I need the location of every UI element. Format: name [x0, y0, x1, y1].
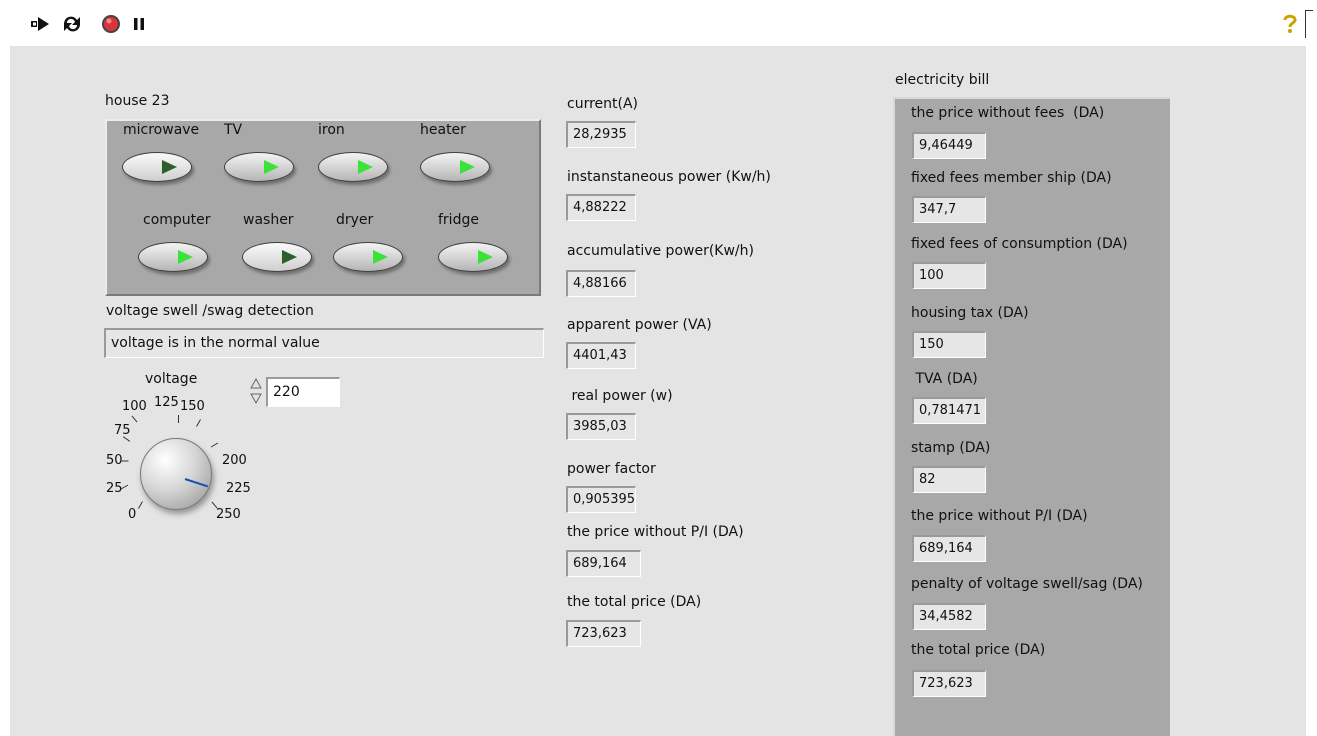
- electricity-bill-title: electricity bill: [895, 72, 990, 88]
- accumulative-power-indicator: 4,88166: [566, 270, 636, 297]
- total-price-indicator: 723,623: [566, 620, 641, 647]
- accumulative-power-label: accumulative power(Kw/h): [567, 243, 754, 259]
- knob-needle: [184, 478, 209, 488]
- scale-label: 125: [154, 395, 179, 410]
- bill-housing-tax-indicator: 150: [912, 331, 986, 358]
- toolbar: [0, 0, 1317, 46]
- voltage-numeric-input[interactable]: 220: [266, 377, 340, 407]
- fridge-switch[interactable]: [438, 242, 508, 272]
- power-factor-label: power factor: [567, 461, 656, 477]
- price-without-pi-label: the price without P/I (DA): [567, 524, 744, 540]
- iron-switch[interactable]: [318, 152, 388, 182]
- led-indicator-icon: [373, 250, 388, 264]
- scale-label: 200: [222, 453, 247, 468]
- heater-switch[interactable]: [420, 152, 490, 182]
- pause-icon[interactable]: [131, 14, 147, 34]
- appliance-label-heater: heater: [420, 122, 466, 138]
- appliance-label-tv: TV: [224, 122, 243, 138]
- led-indicator-icon: [460, 160, 475, 174]
- appliance-label-fridge: fridge: [438, 212, 479, 228]
- current-indicator: 28,2935: [566, 121, 636, 148]
- scale-tick: [178, 415, 179, 423]
- current-label: current(A): [567, 96, 639, 112]
- bill-stamp-indicator: 82: [912, 466, 986, 493]
- bill-fixed-fees-consumption-label: fixed fees of consumption (DA): [911, 236, 1128, 252]
- scale-tick: [138, 501, 143, 509]
- bill-fixed-fees-consumption-indicator: 100: [912, 262, 986, 289]
- appliance-label-washer: washer: [243, 212, 294, 228]
- appliance-label-iron: iron: [318, 122, 345, 138]
- led-indicator-icon: [478, 250, 493, 264]
- bill-tva-label: TVA (DA): [911, 371, 978, 387]
- scale-label: 100: [122, 399, 147, 414]
- help-question-icon[interactable]: [1280, 14, 1300, 34]
- scale-tick: [131, 415, 138, 423]
- instantaneous-power-indicator: 4,88222: [566, 194, 636, 221]
- toolbar-divider-top: [1305, 10, 1313, 11]
- run-arrow-icon[interactable]: [30, 14, 52, 34]
- led-indicator-icon: [162, 160, 177, 174]
- computer-switch[interactable]: [138, 242, 208, 272]
- bill-tva-indicator: 0,781471: [912, 397, 986, 424]
- scale-label: 250: [216, 507, 241, 522]
- led-indicator-icon: [264, 160, 279, 174]
- bill-total-price-indicator: 723,623: [912, 670, 986, 697]
- scale-label: 150: [180, 399, 205, 414]
- toolbar-divider: [1305, 10, 1306, 38]
- led-indicator-icon: [282, 250, 297, 264]
- appliance-label-dryer: dryer: [336, 212, 374, 228]
- total-price-label: the total price (DA): [567, 594, 702, 610]
- bill-fixed-fees-membership-label: fixed fees member ship (DA): [911, 170, 1112, 186]
- tv-switch[interactable]: [224, 152, 294, 182]
- apparent-power-indicator: 4401,43: [566, 342, 636, 369]
- bill-housing-tax-label: housing tax (DA): [911, 305, 1029, 321]
- abort-stop-icon[interactable]: [100, 14, 122, 34]
- bill-price-without-fees-indicator: 9,46449: [912, 132, 986, 159]
- appliance-label-microwave: microwave: [123, 122, 200, 138]
- run-continuously-icon[interactable]: [60, 14, 84, 34]
- scale-label: 225: [226, 481, 251, 496]
- scale-tick: [196, 419, 201, 427]
- led-indicator-icon: [178, 250, 193, 264]
- voltage-detection-label: voltage swell /swag detection: [106, 303, 314, 319]
- price-without-pi-indicator: 689,164: [566, 550, 641, 577]
- led-indicator-icon: [358, 160, 373, 174]
- house-title: house 23: [105, 93, 170, 109]
- bill-penalty-label: penalty of voltage swell/sag (DA): [911, 576, 1143, 592]
- bill-total-price-label: the total price (DA): [911, 642, 1046, 658]
- scale-tick: [211, 501, 218, 509]
- dryer-switch[interactable]: [333, 242, 403, 272]
- power-factor-indicator: 0,905395: [566, 486, 636, 513]
- bill-stamp-label: stamp (DA): [911, 440, 991, 456]
- appliance-label-computer: computer: [143, 212, 211, 228]
- bill-penalty-indicator: 34,4582: [912, 603, 986, 630]
- apparent-power-label: apparent power (VA): [567, 317, 712, 333]
- bill-price-without-pi-indicator: 689,164: [912, 535, 986, 562]
- real-power-indicator: 3985,03: [566, 413, 636, 440]
- microwave-switch[interactable]: [122, 152, 192, 182]
- scale-label: 0: [128, 507, 137, 522]
- scale-tick: [210, 442, 219, 448]
- instantaneous-power-label: instanstaneous power (Kw/h): [567, 169, 771, 185]
- voltage-knob[interactable]: [140, 438, 212, 510]
- washer-switch[interactable]: [242, 242, 312, 272]
- scale-tick: [120, 460, 129, 462]
- bill-fixed-fees-membership-indicator: 347,7: [912, 196, 986, 223]
- real-power-label: real power (w): [567, 388, 673, 404]
- bill-price-without-pi-label: the price without P/I (DA): [911, 508, 1088, 524]
- voltage-detection-indicator: voltage is in the normal value: [104, 328, 544, 358]
- voltage-label: voltage: [145, 371, 198, 387]
- bill-price-without-fees-label: the price without fees (DA): [911, 105, 1105, 121]
